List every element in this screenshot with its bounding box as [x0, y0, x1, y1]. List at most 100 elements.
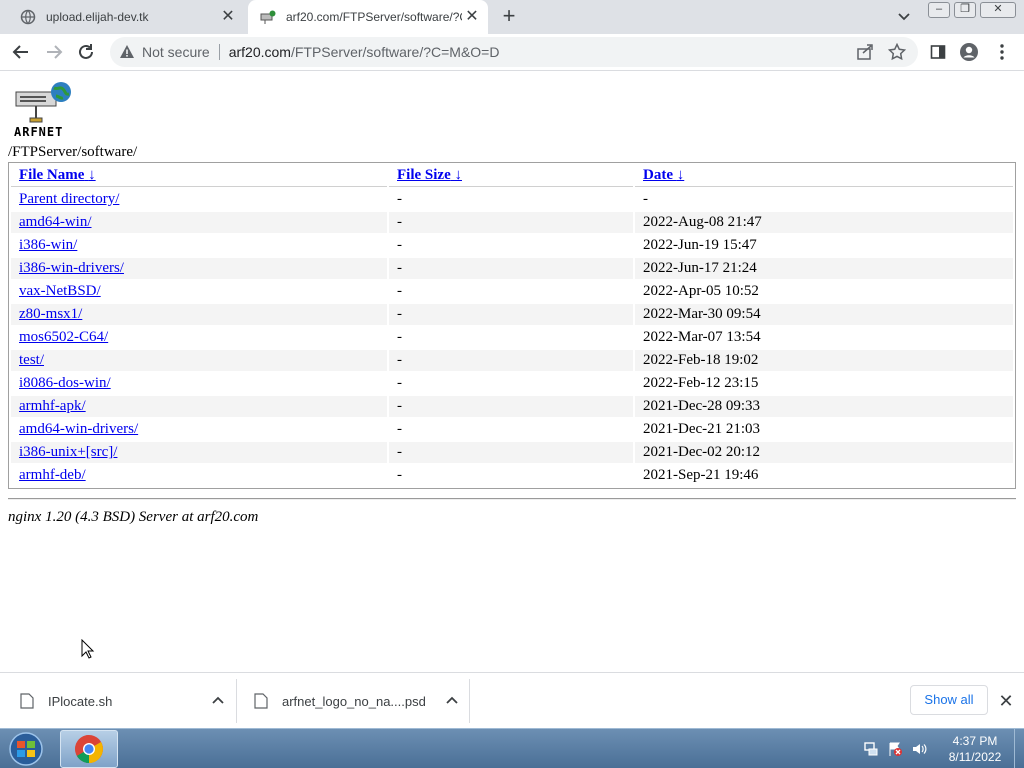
column-header-name[interactable]: File Name ↓: [11, 165, 387, 187]
download-item[interactable]: IPlocate.sh: [20, 679, 226, 723]
minimize-button[interactable]: –: [928, 2, 950, 18]
column-header-size[interactable]: File Size ↓: [389, 165, 633, 187]
download-bar-close-button[interactable]: ✕: [996, 691, 1016, 711]
directory-link[interactable]: i8086-dos-win/: [19, 375, 111, 391]
back-button[interactable]: [9, 40, 33, 64]
tab-search-chevron-icon[interactable]: [894, 9, 914, 25]
file-size: -: [389, 396, 633, 417]
file-date: 2021-Dec-02 20:12: [635, 442, 1013, 463]
sort-by-date-link[interactable]: Date ↓: [643, 167, 684, 183]
download-divider: [469, 679, 470, 723]
browser-toolbar: Not secure arf20.com/FTPServer/software/…: [0, 34, 1024, 71]
tab-arf20[interactable]: arf20.com/FTPServer/software/?C ✕: [248, 0, 488, 34]
file-date: 2021-Dec-28 09:33: [635, 396, 1013, 417]
tab-close-button[interactable]: ✕: [218, 7, 238, 27]
directory-link[interactable]: z80-msx1/: [19, 306, 82, 322]
clock-date: 8/11/2022: [948, 750, 1002, 764]
start-button[interactable]: [6, 731, 46, 767]
directory-link[interactable]: Parent directory/: [19, 191, 119, 207]
file-size: -: [397, 191, 402, 207]
bookmark-star-icon[interactable]: [887, 42, 907, 61]
directory-link[interactable]: i386-unix+[src]/: [19, 444, 117, 460]
file-date: 2022-Jun-17 21:24: [635, 258, 1013, 279]
action-center-flag-icon[interactable]: [886, 740, 904, 758]
file-date: -: [643, 191, 648, 207]
tab-title: upload.elijah-dev.tk: [46, 10, 149, 24]
warning-icon[interactable]: [118, 43, 136, 61]
file-date: 2022-Feb-12 23:15: [643, 375, 759, 391]
file-date: 2022-Mar-30 09:54: [635, 304, 1013, 325]
file-size: -: [389, 212, 633, 233]
directory-link[interactable]: armhf-apk/: [19, 398, 86, 414]
tab-upload[interactable]: upload.elijah-dev.tk ✕: [8, 0, 244, 34]
network-icon[interactable]: [862, 740, 880, 758]
file-icon: [254, 693, 268, 709]
table-row: i386-win/ - 2022-Jun-19 15:47: [11, 235, 1013, 256]
directory-link[interactable]: vax-NetBSD/: [19, 283, 101, 299]
column-header-date[interactable]: Date ↓: [635, 165, 1013, 187]
side-panel-icon[interactable]: [928, 42, 948, 62]
directory-link[interactable]: amd64-win/: [19, 214, 92, 230]
download-filename: IPlocate.sh: [48, 693, 113, 709]
sort-by-size-link[interactable]: File Size ↓: [397, 167, 462, 183]
horizontal-rule: [8, 498, 1016, 500]
profile-avatar-icon[interactable]: [959, 42, 979, 62]
taskbar-clock[interactable]: 4:37 PM 8/11/2022: [940, 733, 1010, 765]
directory-link[interactable]: mos6502-C64/: [19, 329, 108, 345]
table-row: amd64-win-drivers/ - 2021-Dec-21 21:03: [11, 419, 1013, 440]
file-size: -: [389, 442, 633, 463]
file-size: -: [397, 421, 402, 437]
security-label[interactable]: Not secure: [142, 44, 210, 60]
show-all-button[interactable]: Show all: [910, 685, 988, 715]
directory-link[interactable]: test/: [19, 352, 44, 368]
file-size: -: [389, 304, 633, 325]
forward-button[interactable]: [42, 40, 66, 64]
share-icon[interactable]: [856, 43, 874, 61]
table-row: armhf-apk/ -2021-Dec-28 09:33: [11, 396, 1013, 417]
file-date: 2022-Feb-18 19:02: [635, 350, 1013, 371]
clock-time: 4:37 PM: [952, 734, 998, 748]
sort-by-name-link[interactable]: File Name ↓: [19, 167, 96, 183]
volume-icon[interactable]: [910, 740, 928, 758]
show-desktop-button[interactable]: [1014, 729, 1024, 768]
directory-link[interactable]: amd64-win-drivers/: [19, 421, 138, 437]
file-date: 2021-Dec-21 21:03: [643, 421, 761, 437]
logo-text: ARFNET: [14, 125, 64, 139]
table-row: i386-unix+[src]/ -2021-Dec-02 20:12: [11, 442, 1013, 463]
globe-icon: [20, 9, 36, 25]
directory-link[interactable]: armhf-deb/: [19, 467, 86, 483]
table-row: amd64-win/ -2022-Aug-08 21:47: [11, 212, 1013, 233]
reload-button[interactable]: [74, 40, 98, 64]
chrome-taskbar-button[interactable]: [60, 730, 118, 768]
maximize-button[interactable]: ❐: [954, 2, 976, 18]
kebab-menu-icon[interactable]: [992, 42, 1012, 62]
chevron-up-icon: [446, 696, 458, 704]
directory-link[interactable]: i386-win/: [19, 237, 77, 253]
windows-taskbar: 4:37 PM 8/11/2022: [0, 728, 1024, 768]
download-bar: IPlocate.sh arfnet_logo_no_na....psd Sho…: [0, 672, 1024, 728]
mouse-cursor-icon: [81, 638, 95, 664]
file-size: -: [397, 467, 402, 483]
file-size: -: [397, 237, 402, 253]
download-filename: arfnet_logo_no_na....psd: [282, 693, 426, 709]
tab-strip: upload.elijah-dev.tk ✕ arf20.com/FTPServ…: [0, 0, 1024, 34]
file-date: 2022-Mar-07 13:54: [643, 329, 761, 345]
table-row: vax-NetBSD/ - 2022-Apr-05 10:52: [11, 281, 1013, 302]
table-row: z80-msx1/ -2022-Mar-30 09:54: [11, 304, 1013, 325]
url-path: /FTPServer/software/?C=M&O=D: [290, 44, 500, 60]
forward-arrow-icon: [47, 45, 63, 59]
table-row: mos6502-C64/ - 2022-Mar-07 13:54: [11, 327, 1013, 348]
table-row: i8086-dos-win/ - 2022-Feb-12 23:15: [11, 373, 1013, 394]
file-date: 2021-Sep-21 19:46: [643, 467, 759, 483]
address-bar[interactable]: Not secure arf20.com/FTPServer/software/…: [110, 37, 918, 67]
download-item[interactable]: arfnet_logo_no_na....psd: [254, 679, 460, 723]
tab-close-button[interactable]: ✕: [462, 7, 482, 27]
window-close-button[interactable]: ✕: [980, 2, 1016, 18]
directory-link[interactable]: i386-win-drivers/: [19, 260, 124, 276]
file-listing-table: File Name ↓ File Size ↓ Date ↓ Parent di…: [8, 162, 1016, 489]
file-icon: [20, 693, 34, 709]
file-size: -: [397, 375, 402, 391]
new-tab-button[interactable]: +: [496, 5, 522, 29]
directory-path: /FTPServer/software/: [8, 144, 138, 160]
file-date: 2022-Jun-19 15:47: [643, 237, 757, 253]
